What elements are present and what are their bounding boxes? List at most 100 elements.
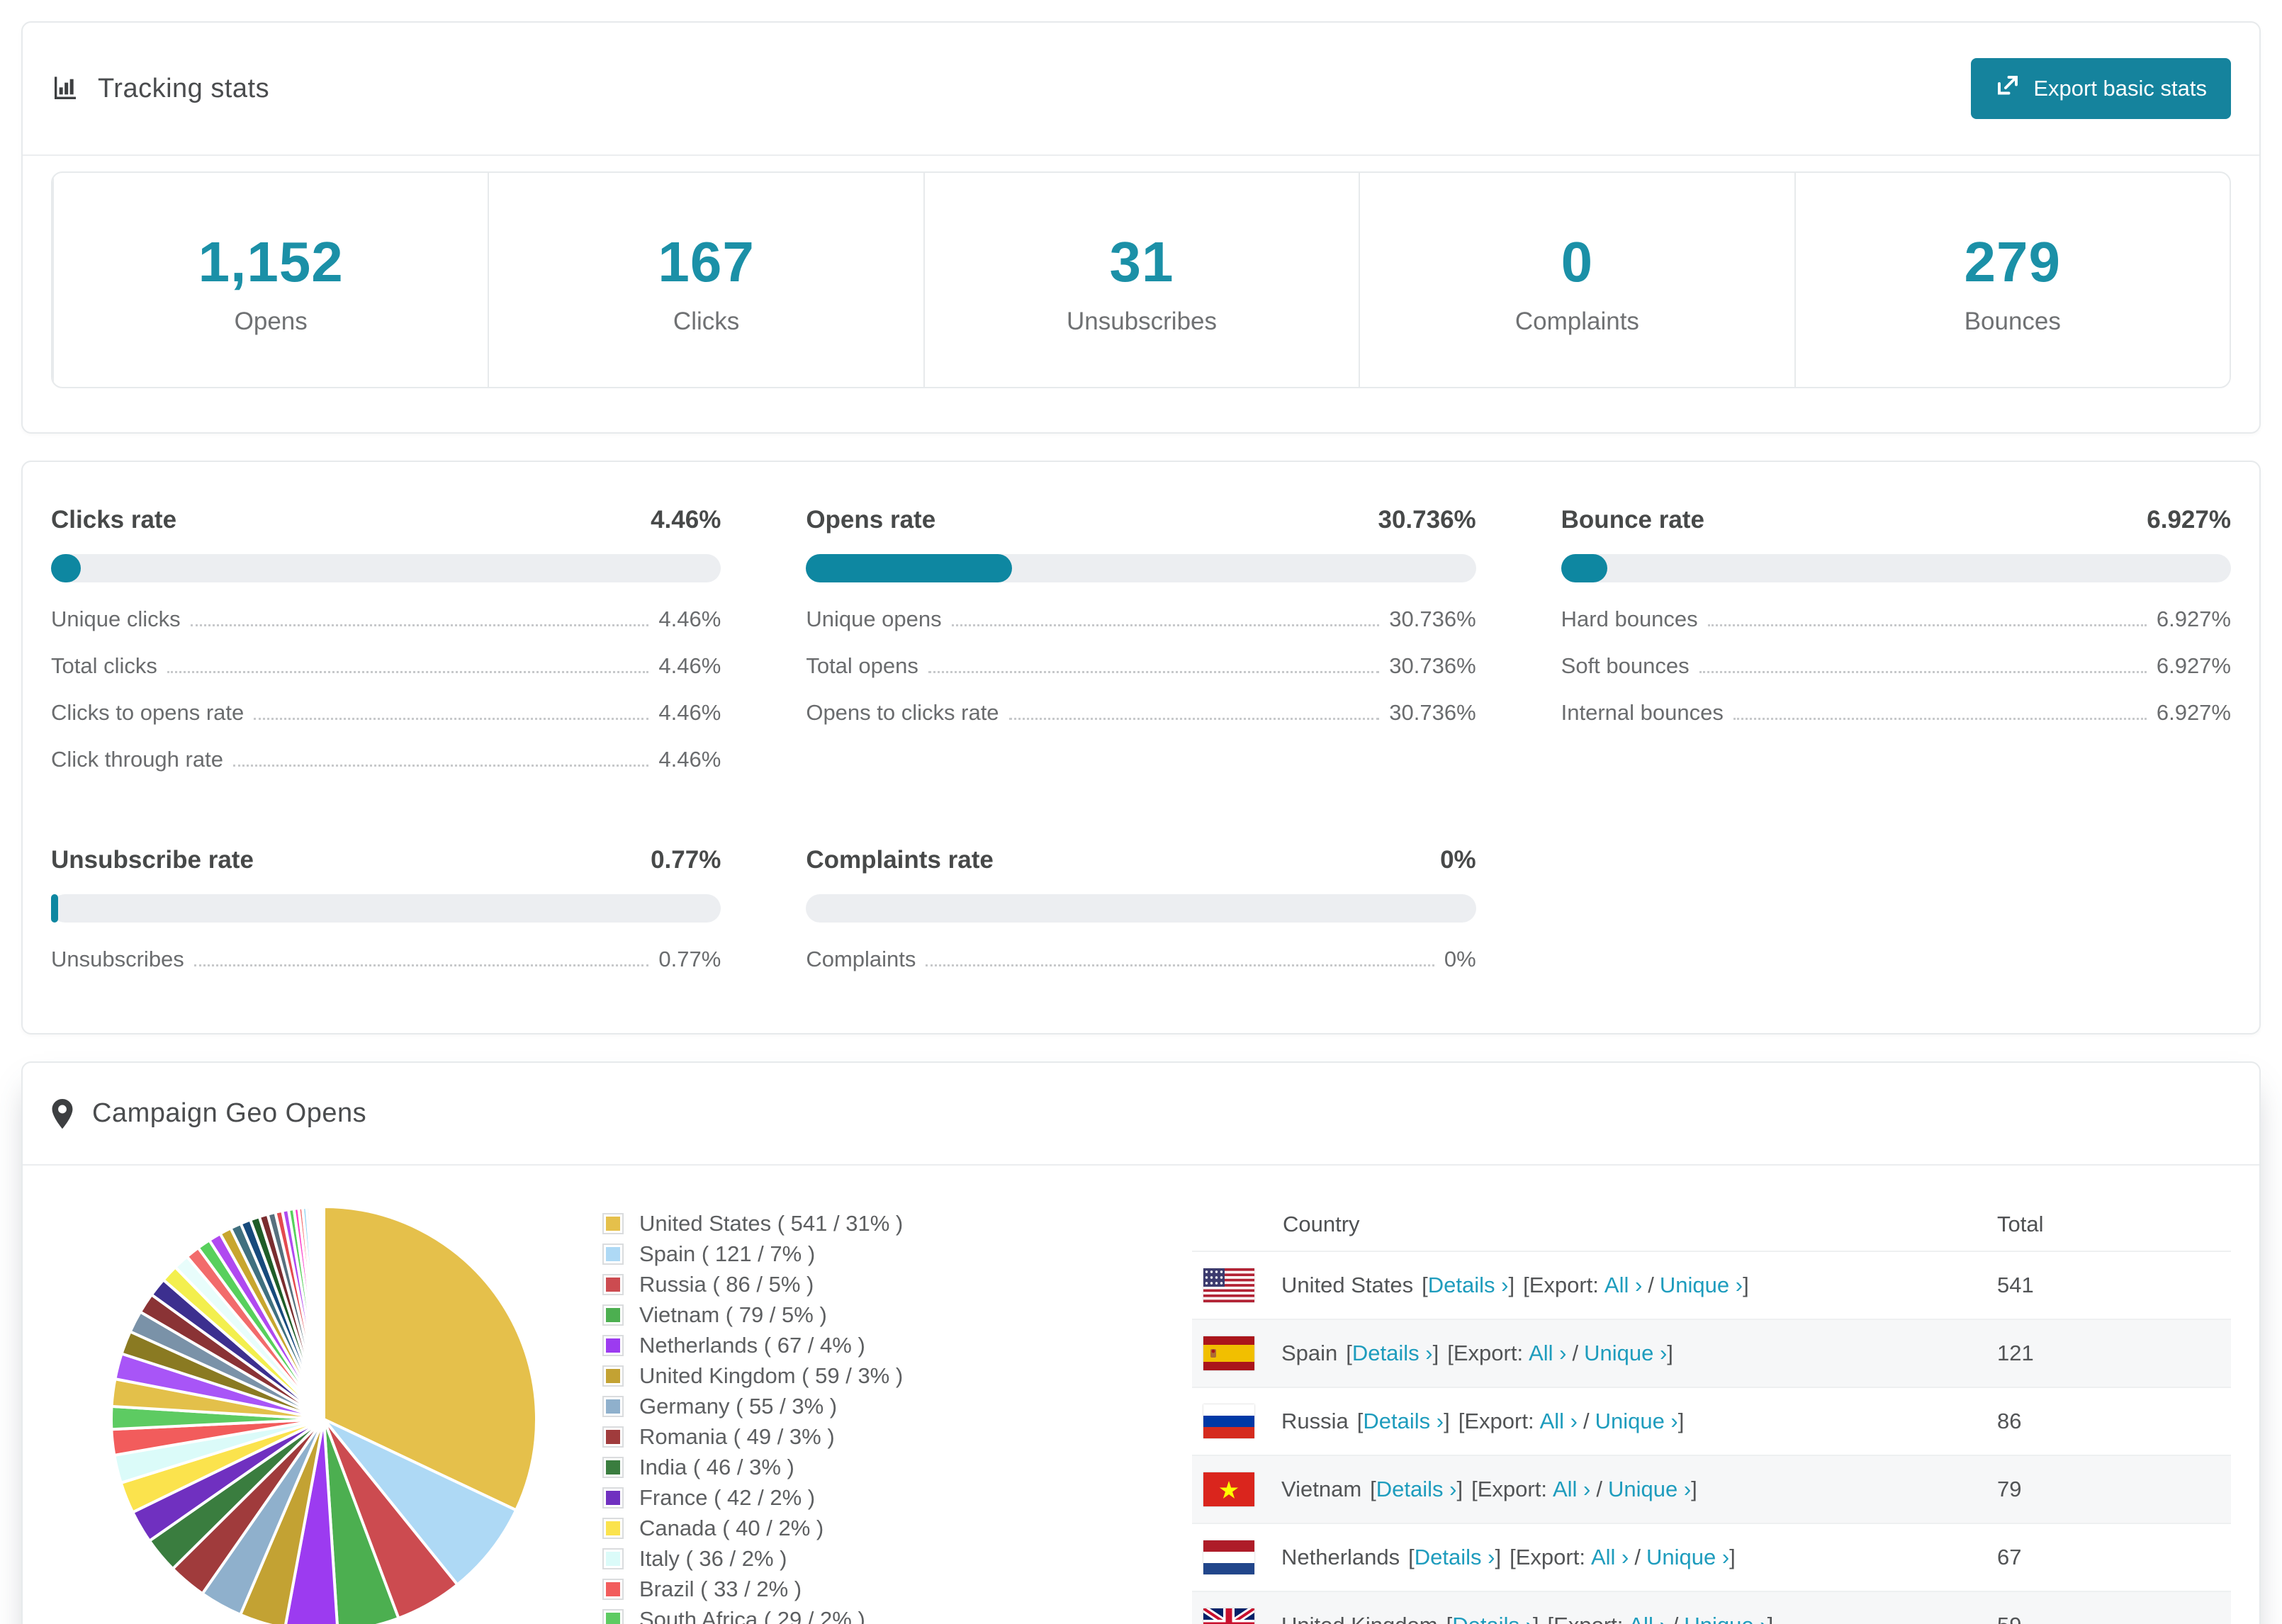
geo-table-header: Country Total: [1192, 1198, 2231, 1251]
rate-detail-row: Hard bounces 6.927%: [1561, 607, 2231, 632]
rate-value: 0.77%: [651, 846, 721, 874]
map-pin-icon: [51, 1098, 74, 1129]
summary-stat-label: Complaints: [1514, 308, 1639, 335]
rate-title: Opens rate: [806, 506, 936, 534]
flag-nl-icon: [1203, 1540, 1254, 1574]
dotted-leader: [1733, 718, 2147, 720]
export-basic-stats-button[interactable]: Export basic stats: [1971, 58, 2231, 119]
rate-detail-value: 0.77%: [658, 947, 721, 971]
summary-stat-label: Clicks: [673, 308, 740, 335]
details-link[interactable]: Details ›: [1428, 1273, 1509, 1297]
bar-chart-icon: [51, 74, 79, 103]
legend-swatch: [602, 1334, 624, 1356]
flag-ru-icon: [1203, 1404, 1254, 1438]
export-unique-link[interactable]: Unique ›: [1646, 1545, 1729, 1569]
legend-swatch: [602, 1578, 624, 1600]
rate-detail-value: 6.927%: [2156, 700, 2231, 725]
country-cell: Netherlands [Details ›] [Export: All › / Uniq…: [1281, 1545, 1736, 1569]
legend-item: India ( 46 / 3% ): [602, 1452, 1192, 1482]
rate-detail-value: 30.736%: [1389, 653, 1476, 678]
export-all-link[interactable]: All ›: [1629, 1613, 1666, 1624]
legend-swatch: [602, 1487, 624, 1509]
details-link[interactable]: Details ›: [1376, 1477, 1457, 1501]
table-row: Russia [Details ›] [Export: All › / Unique ›]…: [1192, 1387, 2231, 1455]
progress-bar-fill: [51, 554, 82, 582]
summary-stat-cell: 167 Clicks: [488, 173, 923, 387]
rate-detail-value: 6.927%: [2156, 653, 2231, 678]
rate-detail-label: Total opens: [806, 653, 918, 678]
pie-slice-other: [321, 1205, 325, 1420]
details-link[interactable]: Details ›: [1363, 1409, 1444, 1433]
summary-stat-cell: 279 Bounces: [1794, 173, 2230, 387]
country-cell: Russia [Details ›] [Export: All › / Unique ›]: [1281, 1409, 1685, 1433]
summary-stat-value: 1,152: [198, 230, 344, 293]
legend-label: Italy ( 36 / 2% ): [639, 1545, 787, 1571]
legend-label: Spain ( 121 / 7% ): [639, 1241, 816, 1266]
country-total: 59: [1997, 1613, 2231, 1624]
rate-section-header: Clicks rate 4.46%: [51, 506, 721, 534]
legend-item: France ( 42 / 2% ): [602, 1482, 1192, 1513]
export-all-link[interactable]: All ›: [1591, 1545, 1629, 1569]
legend-item: Vietnam ( 79 / 5% ): [602, 1299, 1192, 1330]
rate-detail-value: 6.927%: [2156, 607, 2231, 631]
rate-detail-row: Total opens 30.736%: [806, 653, 1476, 679]
rate-detail-value: 4.46%: [658, 653, 721, 678]
rate-detail-rows: Unique clicks 4.46% Total clicks 4.46% C…: [51, 607, 721, 772]
export-all-link[interactable]: All ›: [1540, 1409, 1578, 1433]
legend-item: Romania ( 49 / 3% ): [602, 1421, 1192, 1452]
rate-title: Complaints rate: [806, 846, 994, 874]
rate-detail-label: Click through rate: [51, 747, 223, 772]
country-column-header: Country: [1283, 1212, 1360, 1236]
dotted-leader: [232, 765, 649, 767]
dotted-leader: [254, 718, 649, 720]
export-all-link[interactable]: All ›: [1604, 1273, 1642, 1297]
legend-item: Brazil ( 33 / 2% ): [602, 1574, 1192, 1604]
table-row: Vietnam [Details ›] [Export: All › / Unique ›…: [1192, 1455, 2231, 1523]
rate-detail-value: 30.736%: [1389, 700, 1476, 725]
table-row: United States [Details ›] [Export: All › / Un…: [1192, 1251, 2231, 1319]
legend-swatch: [602, 1365, 624, 1387]
export-unique-link[interactable]: Unique ›: [1584, 1341, 1667, 1365]
export-label: Export:: [1464, 1409, 1534, 1433]
export-unique-link[interactable]: Unique ›: [1684, 1613, 1767, 1624]
export-unique-link[interactable]: Unique ›: [1608, 1477, 1691, 1501]
legend-swatch: [602, 1517, 624, 1539]
legend-item: Germany ( 55 / 3% ): [602, 1391, 1192, 1421]
export-unique-link[interactable]: Unique ›: [1660, 1273, 1743, 1297]
export-all-link[interactable]: All ›: [1529, 1341, 1566, 1365]
country-name: United States: [1281, 1273, 1414, 1297]
legend-swatch: [602, 1426, 624, 1448]
rate-detail-value: 30.736%: [1389, 607, 1476, 631]
legend-item: Italy ( 36 / 2% ): [602, 1543, 1192, 1574]
details-link[interactable]: Details ›: [1452, 1613, 1533, 1624]
summary-stat-cell: 31 Unsubscribes: [923, 173, 1359, 387]
country-cell: United States [Details ›] [Export: All › / Un…: [1281, 1273, 1749, 1297]
rate-detail-label: Soft bounces: [1561, 653, 1690, 678]
table-row: Spain [Details ›] [Export: All › / Unique ›] …: [1192, 1319, 2231, 1387]
rate-section-header: Complaints rate 0%: [806, 846, 1476, 874]
country-name: Vietnam: [1281, 1477, 1362, 1501]
country-name: Russia: [1281, 1409, 1349, 1433]
table-row: Netherlands [Details ›] [Export: All › / Uniq…: [1192, 1523, 2231, 1591]
legend-label: Russia ( 86 / 5% ): [639, 1271, 814, 1297]
export-all-link[interactable]: All ›: [1553, 1477, 1590, 1501]
rate-section: Unsubscribe rate 0.77% Unsubscribes 0.77…: [51, 846, 721, 972]
rate-detail-row: Total clicks 4.46%: [51, 653, 721, 679]
details-link[interactable]: Details ›: [1415, 1545, 1495, 1569]
rate-section: Complaints rate 0% Complaints 0%: [806, 846, 1476, 972]
rate-section-header: Opens rate 30.736%: [806, 506, 1476, 534]
country-cell: Vietnam [Details ›] [Export: All › / Unique ›…: [1281, 1477, 1697, 1501]
summary-stat-cell: 0 Complaints: [1359, 173, 1794, 387]
geo-table-body: United States [Details ›] [Export: All › / Un…: [1192, 1251, 2231, 1624]
rate-detail-label: Unique clicks: [51, 607, 181, 631]
geo-pie-chart: [44, 1190, 604, 1624]
legend-label: Canada ( 40 / 2% ): [639, 1515, 824, 1540]
rate-detail-row: Unique opens 30.736%: [806, 607, 1476, 632]
export-unique-link[interactable]: Unique ›: [1595, 1409, 1678, 1433]
details-link[interactable]: Details ›: [1352, 1341, 1433, 1365]
summary-stat-label: Unsubscribes: [1066, 308, 1218, 335]
flag-gb-icon: [1203, 1608, 1254, 1624]
legend-swatch: [602, 1608, 624, 1624]
rate-detail-row: Internal bounces 6.927%: [1561, 700, 2231, 726]
summary-stats-row: 1,152 Opens 167 Clicks 31 Unsubscribes 0…: [51, 171, 2231, 388]
